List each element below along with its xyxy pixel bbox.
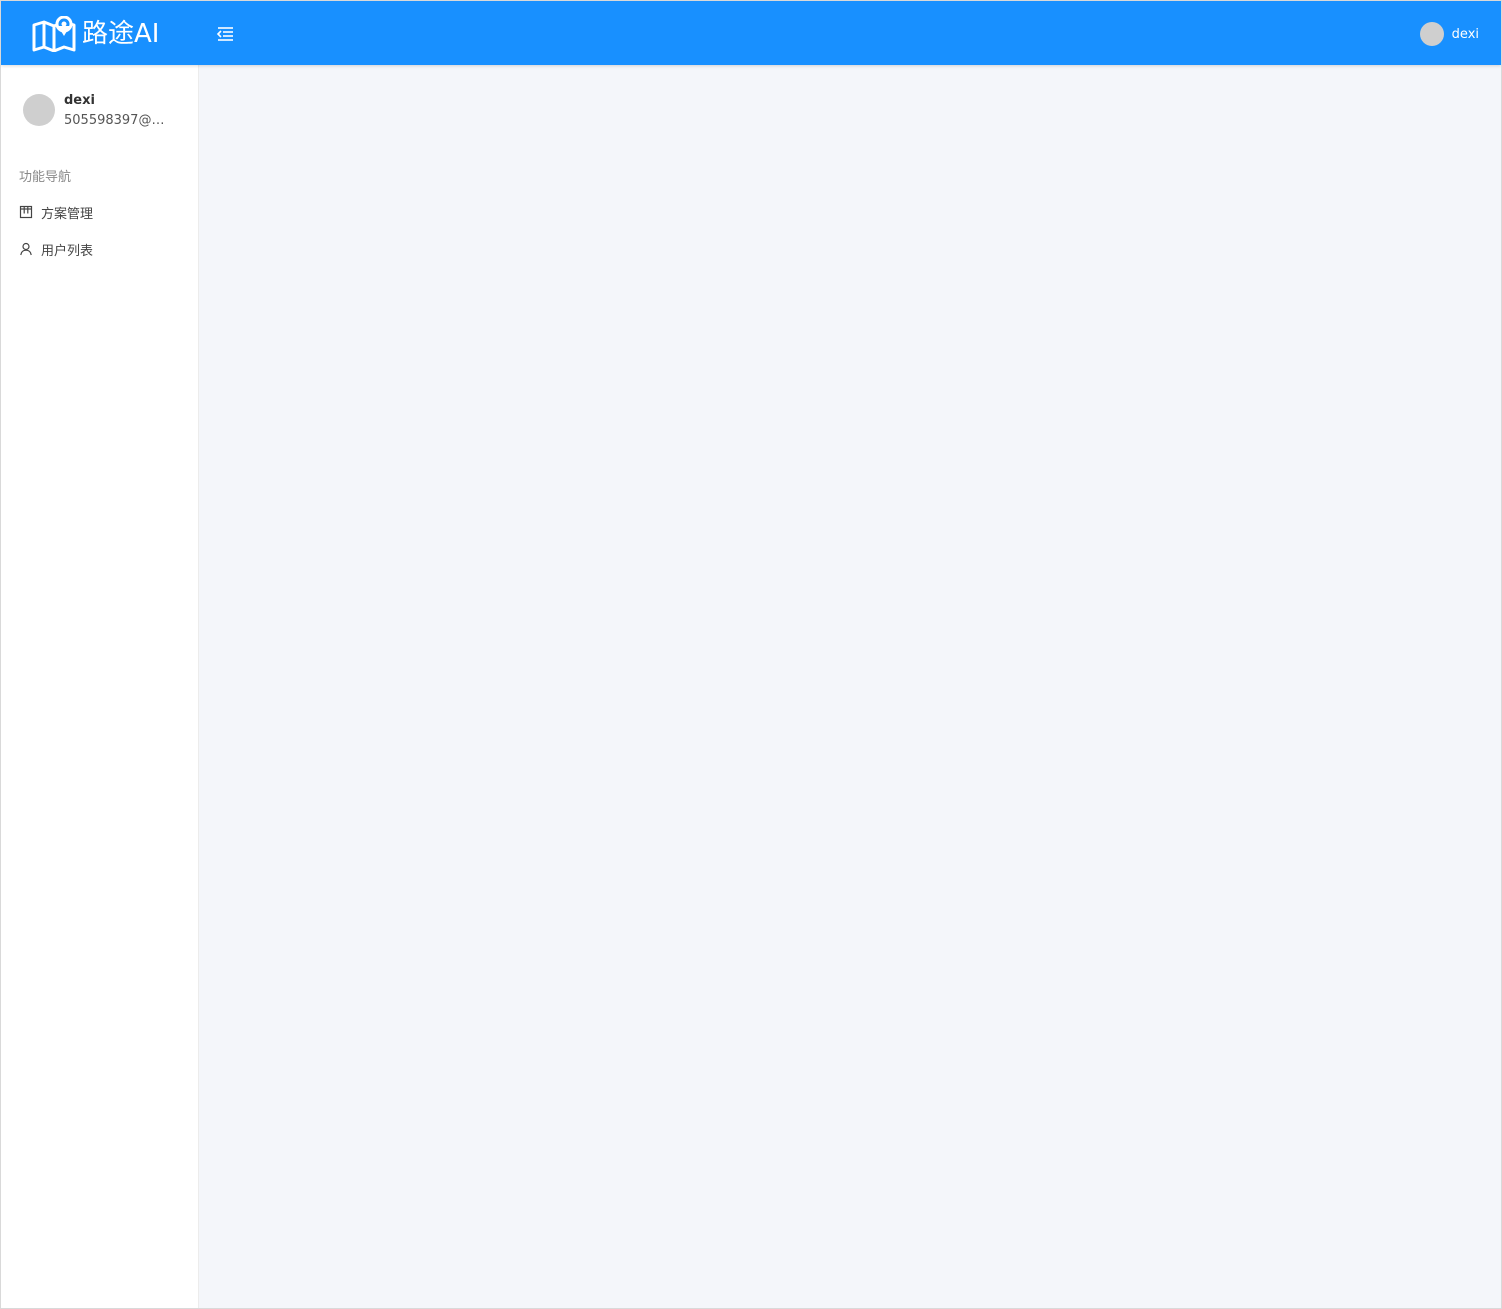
map-pin-logo-icon — [32, 16, 76, 52]
sidebar: dexi 505598397@q... 功能导航 方案管理 用户列表 — [1, 65, 199, 1308]
header-username: dexi — [1451, 26, 1479, 42]
top-header: 路途AI dexi — [1, 1, 1501, 65]
board-icon — [19, 205, 33, 219]
user-icon — [20, 242, 32, 256]
avatar — [23, 94, 55, 126]
sidebar-profile: dexi 505598397@q... — [23, 92, 193, 132]
main-content — [199, 65, 1501, 1308]
header-user-menu[interactable]: dexi — [1419, 21, 1479, 47]
menu-fold-icon — [216, 27, 233, 41]
sidebar-toggle-button[interactable] — [214, 23, 236, 45]
sidebar-item-plan-management[interactable]: 方案管理 — [19, 201, 93, 223]
nav-heading: 功能导航 — [19, 170, 72, 185]
sidebar-item-label: 用户列表 — [41, 243, 94, 259]
logo[interactable]: 路途AI — [32, 15, 159, 53]
brand-name: 路途AI — [82, 19, 160, 49]
sidebar-item-label: 方案管理 — [41, 206, 94, 222]
sidebar-item-user-list[interactable]: 用户列表 — [19, 238, 93, 260]
profile-name: dexi — [64, 93, 95, 108]
profile-email: 505598397@q... — [64, 113, 169, 128]
avatar — [1419, 22, 1444, 46]
app-window: 路途AI dexi dexi 505598397@q... 功能导航 方案管理 … — [0, 0, 1502, 1309]
